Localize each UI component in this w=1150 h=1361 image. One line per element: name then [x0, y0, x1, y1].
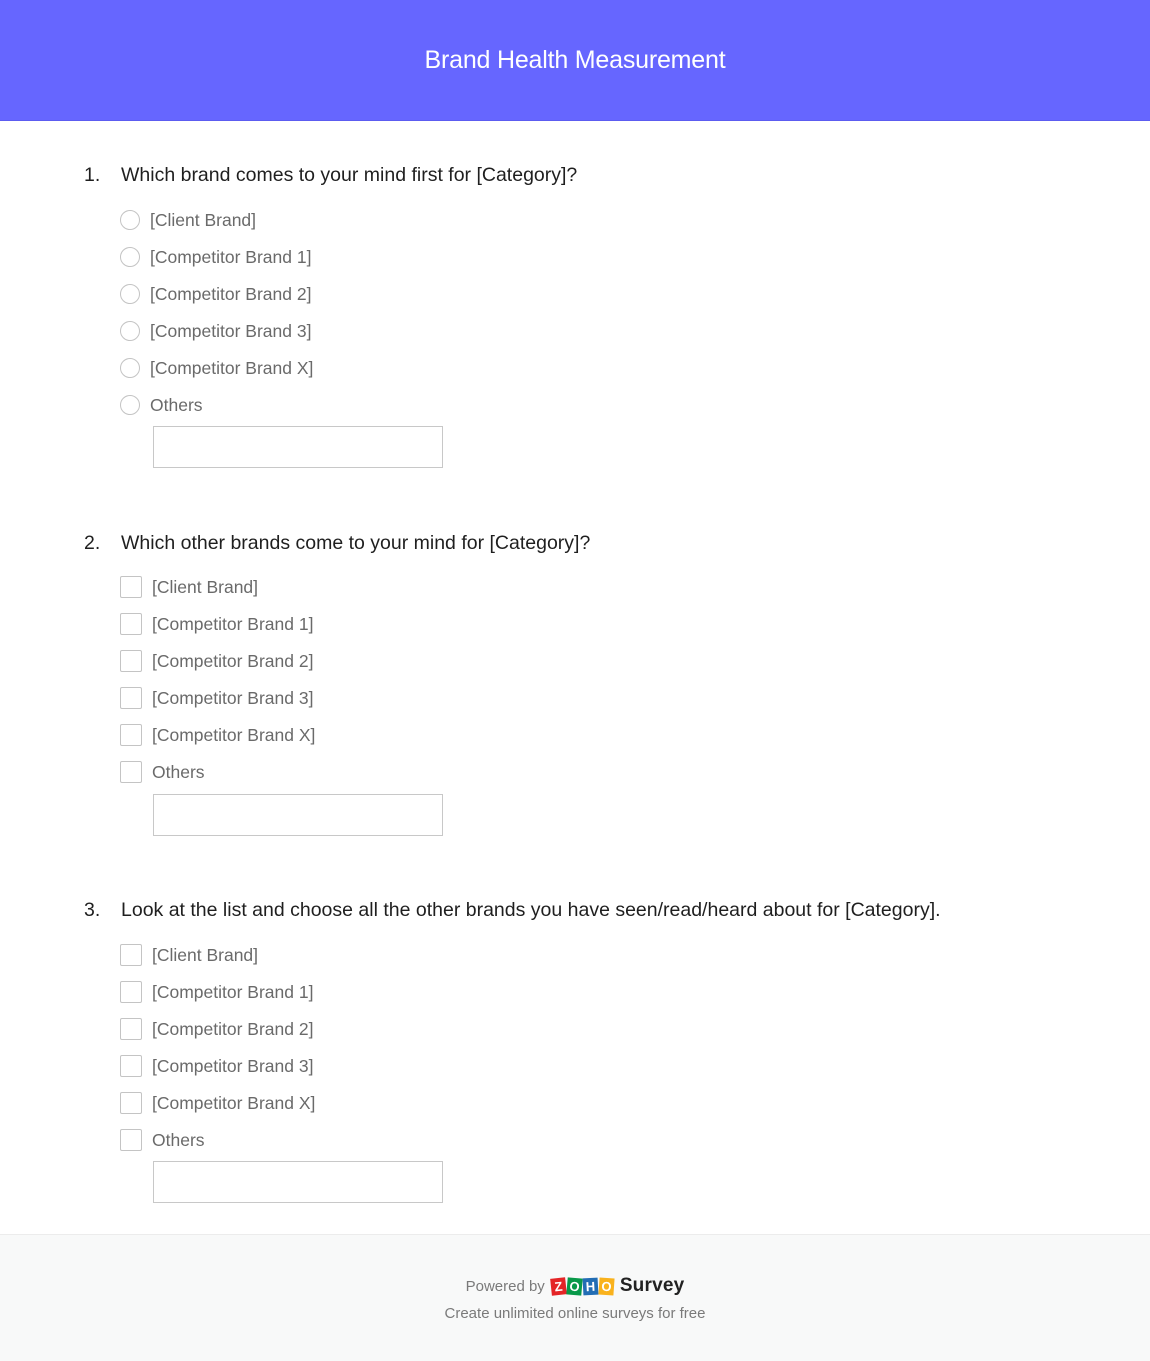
checkbox[interactable]	[120, 1055, 142, 1077]
radio-option-competitor-brand-1[interactable]: [Competitor Brand 1]	[120, 245, 311, 269]
option-label: Others	[150, 394, 203, 415]
checkbox[interactable]	[120, 650, 142, 672]
question-number: 1.	[84, 164, 101, 186]
checkbox[interactable]	[120, 687, 142, 709]
option-label: [Competitor Brand 1]	[150, 246, 312, 267]
option-label: Others	[152, 1129, 205, 1150]
powered-by-line[interactable]: Powered by Z O H O Survey	[0, 1275, 1150, 1297]
footer-tagline[interactable]: Create unlimited online surveys for free	[0, 1305, 1150, 1322]
question-text: Which other brands come to your mind for…	[121, 532, 591, 554]
radio-button[interactable]	[120, 358, 140, 378]
checkbox-option-others[interactable]: Others	[120, 760, 205, 784]
footer: Powered by Z O H O Survey Create unlimit…	[0, 1234, 1150, 1361]
question-text: Which brand comes to your mind first for…	[121, 164, 578, 186]
zoho-logo-icon: Z O H O	[549, 1276, 615, 1296]
option-label: [Competitor Brand X]	[152, 724, 316, 745]
option-label: [Competitor Brand 3]	[152, 1055, 314, 1076]
logo-letter: H	[582, 1277, 599, 1295]
checkbox-option-client-brand[interactable]: [Client Brand]	[120, 943, 258, 967]
radio-button[interactable]	[120, 284, 140, 304]
checkbox-option-competitor-brand-2[interactable]: [Competitor Brand 2]	[120, 649, 313, 673]
radio-button[interactable]	[120, 247, 140, 267]
checkbox-option-competitor-brand-x[interactable]: [Competitor Brand X]	[120, 1091, 315, 1115]
checkbox[interactable]	[120, 761, 142, 783]
option-label: [Competitor Brand X]	[152, 1092, 316, 1113]
radio-option-competitor-brand-2[interactable]: [Competitor Brand 2]	[120, 282, 311, 306]
question-title: 1. Which brand comes to your mind first f…	[84, 164, 577, 187]
survey-header: Brand Health Measurement	[0, 0, 1150, 121]
question-number: 3.	[84, 899, 101, 921]
option-label: [Client Brand]	[152, 576, 259, 597]
option-label: [Client Brand]	[152, 944, 259, 965]
powered-by-text: Powered by	[465, 1277, 545, 1295]
radio-option-others[interactable]: Others	[120, 393, 203, 417]
product-name: Survey	[619, 1275, 685, 1296]
others-text-input[interactable]	[153, 426, 443, 468]
option-label: [Client Brand]	[150, 209, 257, 230]
logo-letter: O	[566, 1276, 583, 1296]
checkbox-option-competitor-brand-3[interactable]: [Competitor Brand 3]	[120, 686, 313, 710]
checkbox-option-client-brand[interactable]: [Client Brand]	[120, 575, 258, 599]
option-label: [Competitor Brand 2]	[152, 1018, 314, 1039]
option-label: [Competitor Brand 3]	[150, 320, 312, 341]
radio-button[interactable]	[120, 210, 140, 230]
checkbox[interactable]	[120, 1092, 142, 1114]
checkbox-option-competitor-brand-3[interactable]: [Competitor Brand 3]	[120, 1054, 313, 1078]
radio-option-client-brand[interactable]: [Client Brand]	[120, 208, 256, 232]
checkbox-option-others[interactable]: Others	[120, 1128, 205, 1152]
checkbox[interactable]	[120, 1129, 142, 1151]
radio-option-competitor-brand-x[interactable]: [Competitor Brand X]	[120, 356, 313, 380]
option-label: [Competitor Brand 2]	[150, 283, 312, 304]
option-label: [Competitor Brand 1]	[152, 981, 314, 1002]
checkbox[interactable]	[120, 576, 142, 598]
checkbox-option-competitor-brand-2[interactable]: [Competitor Brand 2]	[120, 1017, 313, 1041]
checkbox[interactable]	[120, 981, 142, 1003]
checkbox-option-competitor-brand-1[interactable]: [Competitor Brand 1]	[120, 612, 313, 636]
logo-letter: O	[598, 1276, 615, 1296]
radio-option-competitor-brand-3[interactable]: [Competitor Brand 3]	[120, 319, 311, 343]
radio-button[interactable]	[120, 321, 140, 341]
logo-letter: Z	[549, 1276, 567, 1296]
option-label: [Competitor Brand 1]	[152, 613, 314, 634]
checkbox-option-competitor-brand-x[interactable]: [Competitor Brand X]	[120, 723, 315, 747]
question-title: 2. Which other brands come to your mind f…	[84, 532, 590, 555]
survey-title: Brand Health Measurement	[424, 45, 726, 74]
survey-body: 1. Which brand comes to your mind first f…	[0, 121, 1150, 1235]
question-text: Look at the list and choose all the othe…	[121, 899, 941, 921]
checkbox[interactable]	[120, 1018, 142, 1040]
question-number: 2.	[84, 532, 101, 554]
option-label: [Competitor Brand 3]	[152, 687, 314, 708]
checkbox-option-competitor-brand-1[interactable]: [Competitor Brand 1]	[120, 980, 313, 1004]
checkbox[interactable]	[120, 724, 142, 746]
question-title: 3. Look at the list and choose all the ot…	[84, 899, 941, 922]
radio-button[interactable]	[120, 395, 140, 415]
checkbox[interactable]	[120, 944, 142, 966]
others-text-input[interactable]	[153, 794, 443, 836]
option-label: Others	[152, 761, 205, 782]
checkbox[interactable]	[120, 613, 142, 635]
others-text-input[interactable]	[153, 1161, 443, 1203]
option-label: [Competitor Brand X]	[150, 357, 314, 378]
option-label: [Competitor Brand 2]	[152, 650, 314, 671]
